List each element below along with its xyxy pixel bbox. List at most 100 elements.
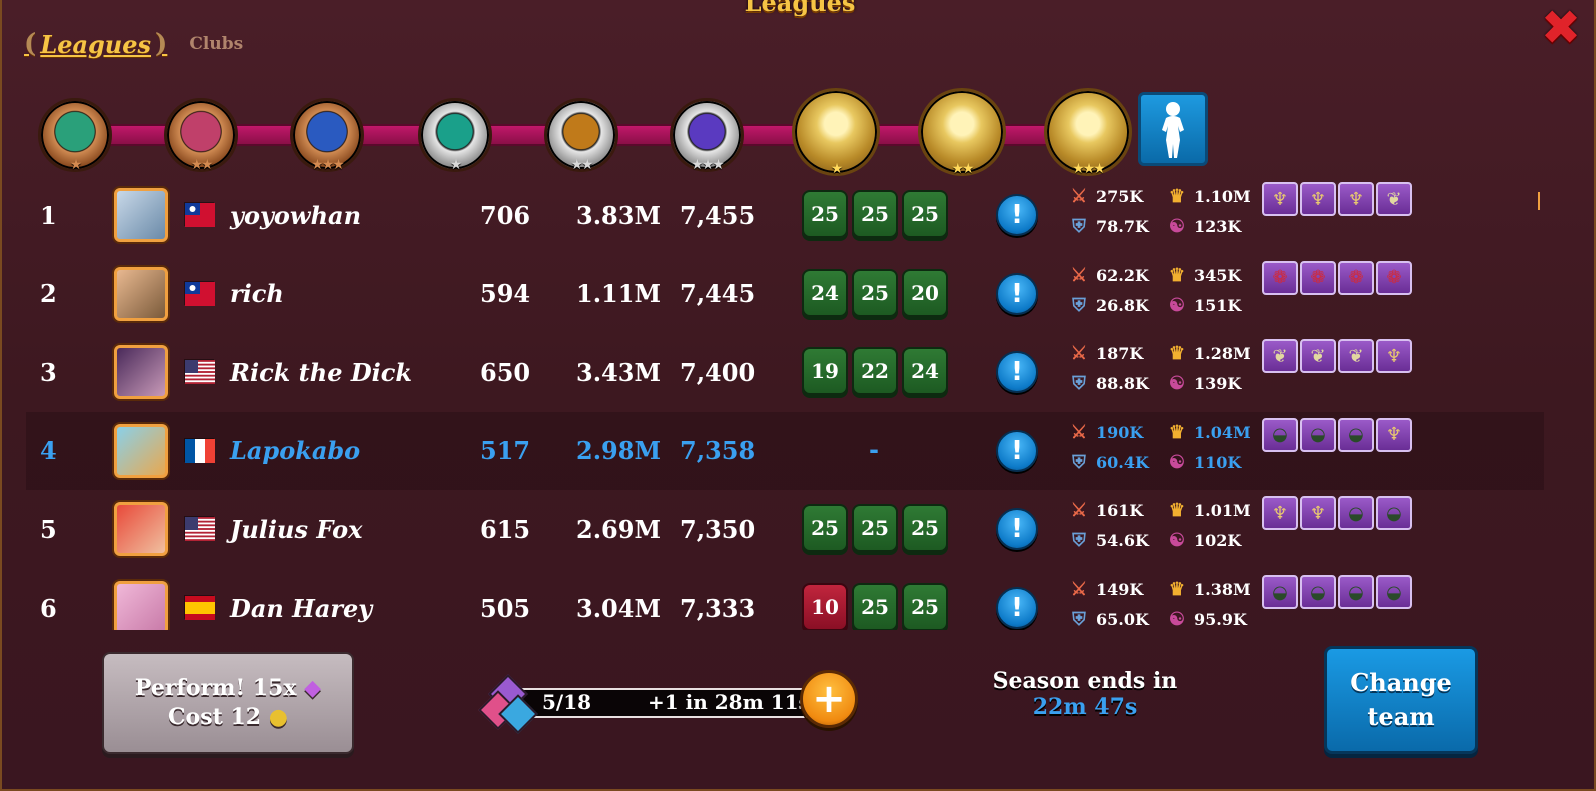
avatar[interactable] (114, 345, 168, 400)
player-rank: 5 (40, 514, 57, 544)
harmony-icon: ☯ (1168, 609, 1186, 630)
info-button[interactable]: ! (996, 429, 1038, 472)
stat-harmony: ☯ 110K (1164, 452, 1241, 473)
booster-chlorella-icon[interactable]: ◒ (1338, 417, 1374, 452)
star-icon: ★★★ (311, 157, 345, 173)
booster-chlorella-icon[interactable]: ◒ (1262, 417, 1298, 452)
booster-chlorella-icon[interactable]: ◒ (1338, 575, 1374, 609)
player-points: 7,400 (680, 357, 756, 387)
info-button[interactable]: ! (996, 272, 1038, 315)
defense-icon: ⛨ (1072, 294, 1086, 316)
star-icon: ★ (69, 157, 83, 173)
harmony-icon: ☯ (1168, 373, 1186, 395)
booster-cordyceps-icon[interactable]: ❦ (1376, 182, 1412, 216)
avatar[interactable] (114, 581, 168, 630)
avatar[interactable] (114, 188, 168, 242)
booster-chlorella-icon[interactable]: ◒ (1300, 417, 1336, 452)
player-name[interactable]: Julius Fox (230, 490, 362, 568)
league-badge-fist[interactable]: ★★ (164, 98, 238, 173)
league-badge-gold[interactable]: ★★ (918, 88, 1006, 177)
booster-ginseng-icon[interactable]: ♆ (1262, 496, 1298, 531)
info-button[interactable]: ! (996, 508, 1038, 551)
player-row[interactable]: 4 Lapokabo 517 2.98M 7,358 -! ⚔ 190K ♛ 1.04M ⛨ 60.4… (26, 411, 1544, 490)
booster-cordyceps-icon[interactable]: ❦ (1300, 339, 1336, 374)
player-name[interactable]: Rick the Dick (230, 333, 412, 411)
league-badge-blade[interactable]: ★★ (544, 98, 618, 173)
booster-jujubes-icon[interactable]: ❁ (1262, 260, 1298, 295)
avatar[interactable] (114, 423, 168, 478)
booster-ginseng-icon[interactable]: ♆ (1300, 496, 1336, 531)
player-rank: 4 (40, 436, 57, 466)
attack-icon: ⚔ (1070, 186, 1088, 207)
booster-list: ♆ ♆ ◒ ◒ (1262, 496, 1412, 531)
booster-ginseng-icon[interactable]: ♆ (1338, 182, 1374, 216)
close-icon[interactable]: ✖ (1538, 4, 1584, 52)
player-row[interactable]: 3 Rick the Dick 650 3.43M 7,400 19 22 24! ⚔ 187K ♛… (26, 333, 1544, 411)
booster-chlorella-icon[interactable]: ◒ (1376, 496, 1412, 531)
crown-icon: ♛ (1168, 421, 1186, 443)
player-points: 7,455 (680, 200, 756, 230)
booster-chlorella-icon[interactable]: ◒ (1300, 575, 1336, 609)
player-row[interactable]: 6 Dan Harey 505 3.04M 7,333 10 25 25! ⚔ 149K ♛ 1.38… (26, 569, 1544, 630)
info-button[interactable]: ! (996, 194, 1038, 236)
booster-ginseng-icon[interactable]: ♆ (1300, 182, 1336, 216)
stat-ego: ♛ 1.38M (1164, 579, 1251, 600)
booster-ginseng-icon[interactable]: ♆ (1376, 417, 1412, 452)
booster-jujubes-icon[interactable]: ❁ (1338, 260, 1374, 295)
booster-ginseng-icon[interactable]: ♆ (1376, 339, 1412, 374)
league-badge-fist[interactable]: ★ (38, 98, 112, 173)
league-badge-gold[interactable]: ★★★ (1044, 88, 1132, 177)
stat-value: 1.04M (1194, 422, 1251, 442)
player-name[interactable]: yoyowhan (230, 176, 361, 254)
stat-value: 139K (1194, 374, 1242, 394)
booster-jujubes-icon[interactable]: ❁ (1300, 260, 1336, 295)
harmony-icon: ☯ (1168, 451, 1186, 473)
player-row[interactable]: 2 rich 594 1.11M 7,445 24 25 20! ⚔ 62.2K ♛ 345K ⛨ 26.… (26, 255, 1544, 333)
info-button[interactable]: ! (996, 587, 1038, 629)
info-button[interactable]: ! (996, 351, 1038, 394)
avatar[interactable] (114, 266, 168, 321)
booster-chlorella-icon[interactable]: ◒ (1376, 575, 1412, 609)
booster-jujubes-icon[interactable]: ❁ (1376, 260, 1412, 295)
energy-gems-icon (478, 674, 540, 734)
league-badge-fist[interactable]: ★★★ (290, 98, 364, 173)
booster-chlorella-icon[interactable]: ◒ (1262, 575, 1298, 609)
refill-energy-button[interactable]: + (800, 670, 858, 728)
tab-leagues[interactable]: ( Leagues ) (24, 29, 167, 59)
booster-cordyceps-icon[interactable]: ❦ (1338, 339, 1374, 374)
player-row[interactable]: 1 yoyowhan 706 3.83M 7,455 25 25 25! ⚔ 275K ♛ 1.10M… (26, 176, 1544, 254)
match-score: 24 (802, 268, 848, 317)
stat-value: 95.9K (1194, 610, 1247, 629)
league-badge-gold[interactable]: ★ (792, 88, 880, 177)
booster-ginseng-icon[interactable]: ♆ (1262, 182, 1298, 216)
stat-value: 161K (1096, 501, 1144, 521)
change-team-button[interactable]: Change team (1324, 646, 1478, 754)
booster-list: ◒ ◒ ◒ ♆ (1262, 417, 1412, 452)
player-row[interactable]: 5 Julius Fox 615 2.69M 7,350 25 25 25! ⚔ 161K ♛ 1.0… (26, 490, 1544, 568)
attack-icon: ⚔ (1070, 421, 1088, 443)
player-name[interactable]: rich (230, 255, 284, 333)
panel-title: Leagues (744, 0, 856, 17)
defense-icon: ⛨ (1072, 373, 1086, 395)
tab-clubs[interactable]: Clubs (189, 34, 243, 54)
stat-defense: ⛨ 78.7K (1066, 216, 1149, 237)
player-name[interactable]: Dan Harey (230, 569, 372, 630)
flag-usa-icon (184, 359, 215, 385)
stat-value: 88.8K (1096, 374, 1149, 394)
booster-cordyceps-icon[interactable]: ❦ (1262, 339, 1298, 374)
match-score: 25 (852, 583, 898, 630)
perform-button[interactable]: Perform! 15x ◆ Cost 12 ● (102, 652, 354, 754)
season-label: Season ends in (992, 668, 1178, 694)
harmony-icon: ☯ (1168, 530, 1186, 552)
stat-harmony: ☯ 123K (1164, 216, 1241, 237)
stat-value: 54.6K (1096, 531, 1149, 551)
stat-attack: ⚔ 275K (1066, 186, 1143, 207)
crown-icon: ♛ (1168, 264, 1186, 286)
avatar[interactable] (114, 502, 168, 557)
league-badge-blade[interactable]: ★ (418, 98, 492, 173)
league-badge-blade[interactable]: ★★★ (670, 98, 744, 173)
player-name[interactable]: Lapokabo (230, 412, 360, 490)
girl-silhouette-icon (1162, 102, 1184, 158)
booster-chlorella-icon[interactable]: ◒ (1338, 496, 1374, 531)
stat-defense: ⛨ 60.4K (1066, 452, 1149, 473)
